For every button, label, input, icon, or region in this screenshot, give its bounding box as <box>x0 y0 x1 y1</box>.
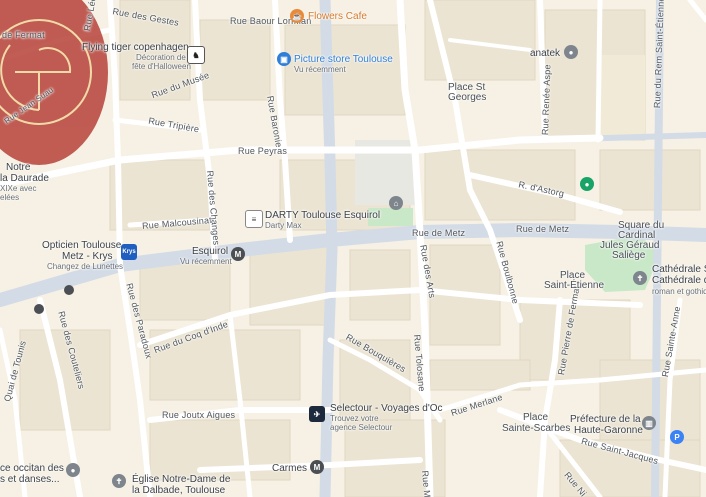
street-rue-de-fermat: de Fermat <box>2 30 45 40</box>
poi-darty-sub: Darty Max <box>265 221 302 230</box>
poi-flying-tiger[interactable]: Flying tiger copenhagen <box>82 42 189 53</box>
gift-shop-icon[interactable]: ♞ <box>187 46 205 64</box>
poi-flowers-cafe[interactable]: Flowers Cafe <box>308 11 367 22</box>
poi-dalbade-line1[interactable]: Église Notre-Dame de <box>132 474 230 485</box>
store-icon[interactable]: ≡ <box>245 210 263 228</box>
bus-stop-icon[interactable] <box>64 285 74 295</box>
government-building-icon[interactable]: ▥ <box>642 416 656 430</box>
theater-icon[interactable]: ● <box>66 463 80 477</box>
street-rue-peyras: Rue Peyras <box>238 146 288 156</box>
poi-picture-store-sub: Vu récemment <box>294 65 346 74</box>
poi-notre-dame-line3: XIXe avec <box>0 184 37 193</box>
metro-carmes-icon[interactable]: M <box>310 460 324 474</box>
poi-flying-tiger-sub2: fête d'Halloween <box>132 62 191 71</box>
poi-selectour-sub1: Trouvez votre <box>330 414 379 423</box>
poi-occitan-line2[interactable]: s et danses... <box>0 474 59 485</box>
place-st-georges-line2[interactable]: Georges <box>448 92 486 103</box>
station-esquirol-sub: Vu récemment <box>180 257 232 266</box>
block-highlight <box>600 55 645 135</box>
place-ss-line1[interactable]: Place <box>523 412 548 423</box>
street-rue-de-metz-1: Rue de Metz <box>412 228 466 238</box>
place-ss-line2[interactable]: Sainte-Scarbes <box>502 423 570 434</box>
poi-picture-store[interactable]: Picture store Toulouse <box>294 54 393 65</box>
poi-cathedrale-line2[interactable]: Cathédrale de Toulouse <box>652 275 706 286</box>
church-icon[interactable]: ✝ <box>112 474 126 488</box>
travel-agency-icon[interactable]: ✈ <box>309 406 325 422</box>
poi-flying-tiger-sub1: Décoration de <box>136 53 186 62</box>
poi-notre-dame-line1[interactable]: Notre <box>6 162 30 173</box>
poi-selectour[interactable]: Selectour - Voyages d'Oc <box>330 403 443 414</box>
poi-occitan-line1[interactable]: ce occitan des <box>0 463 64 474</box>
cathedral-icon[interactable]: ✝ <box>633 271 647 285</box>
poi-prefecture-line1[interactable]: Préfecture de la <box>570 414 641 425</box>
poi-selectour-sub2: agence Selectour <box>330 423 393 432</box>
station-esquirol[interactable]: Esquirol <box>192 246 228 257</box>
cafe-icon[interactable]: ☕ <box>290 9 304 23</box>
map-canvas[interactable]: Rue des Gestes Rue Léon Rue Baour Lormia… <box>0 0 706 497</box>
metro-esquirol-icon[interactable]: M <box>231 247 245 261</box>
street-rue-joutx-aigues: Rue Joutx Aigues <box>162 410 236 420</box>
poi-notre-dame-line4: elées <box>0 193 20 202</box>
green-place-icon[interactable]: ● <box>580 177 594 191</box>
poi-darty[interactable]: DARTY Toulouse Esquirol <box>265 210 380 221</box>
place-marker-icon[interactable]: ● <box>564 45 578 59</box>
poi-cathedrale-line3: roman et gothiq <box>652 287 706 296</box>
street-rue-de-metz-2: Rue de Metz <box>516 224 570 234</box>
parking-icon[interactable]: P <box>670 430 684 444</box>
station-carmes[interactable]: Carmes <box>272 463 307 474</box>
poi-anatek[interactable]: anatek <box>530 48 560 59</box>
monument-icon[interactable]: ⌂ <box>389 196 403 210</box>
poi-opticien-sub: Changez de Lunettes <box>47 262 124 271</box>
poi-prefecture-line2[interactable]: Haute-Garonne <box>574 425 643 436</box>
krys-logo-icon[interactable]: Krys <box>121 244 137 260</box>
poi-dalbade-line2[interactable]: la Dalbade, Toulouse <box>132 485 225 496</box>
poi-opticien-line1[interactable]: Opticien Toulouse <box>42 240 121 251</box>
poi-notre-dame-line2[interactable]: la Daurade <box>0 173 49 184</box>
poi-opticien-line2[interactable]: Metz - Krys <box>62 251 113 262</box>
place-st-etienne-line2[interactable]: Saint-Étienne <box>544 280 604 291</box>
shopping-bag-icon[interactable]: ▣ <box>277 52 291 66</box>
poi-cathedrale-line1[interactable]: Cathédrale Sai <box>652 264 706 275</box>
square-line4[interactable]: Saliège <box>612 250 645 261</box>
bus-stop-icon[interactable] <box>34 304 44 314</box>
